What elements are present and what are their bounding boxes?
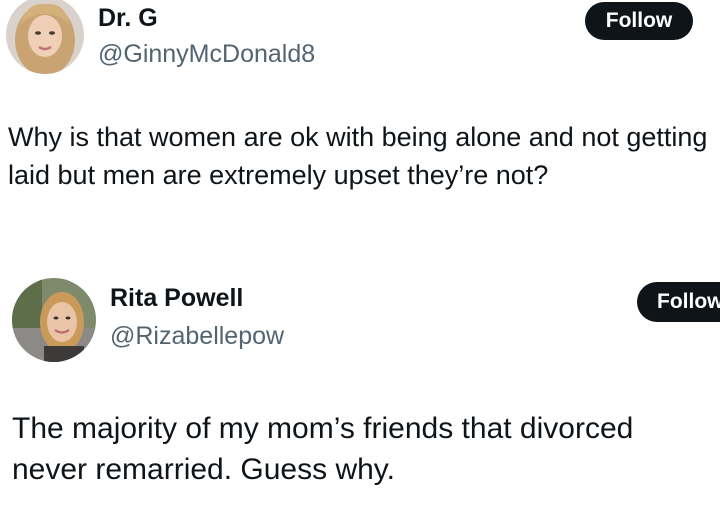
avatar-photo-icon: [12, 278, 96, 362]
display-name[interactable]: Rita Powell: [110, 284, 243, 313]
tweet-text: Why is that women are ok with being alon…: [8, 122, 708, 191]
avatar[interactable]: [12, 278, 96, 362]
display-name[interactable]: Dr. G: [98, 4, 158, 33]
follow-button[interactable]: Follow: [637, 282, 720, 322]
follow-button[interactable]: Follow: [585, 2, 693, 40]
user-handle[interactable]: @Rizabellepow: [110, 322, 284, 351]
user-handle[interactable]: @GinnyMcDonald8: [98, 40, 315, 69]
tweet-text: The majority of my mom’s friends that di…: [12, 412, 634, 487]
